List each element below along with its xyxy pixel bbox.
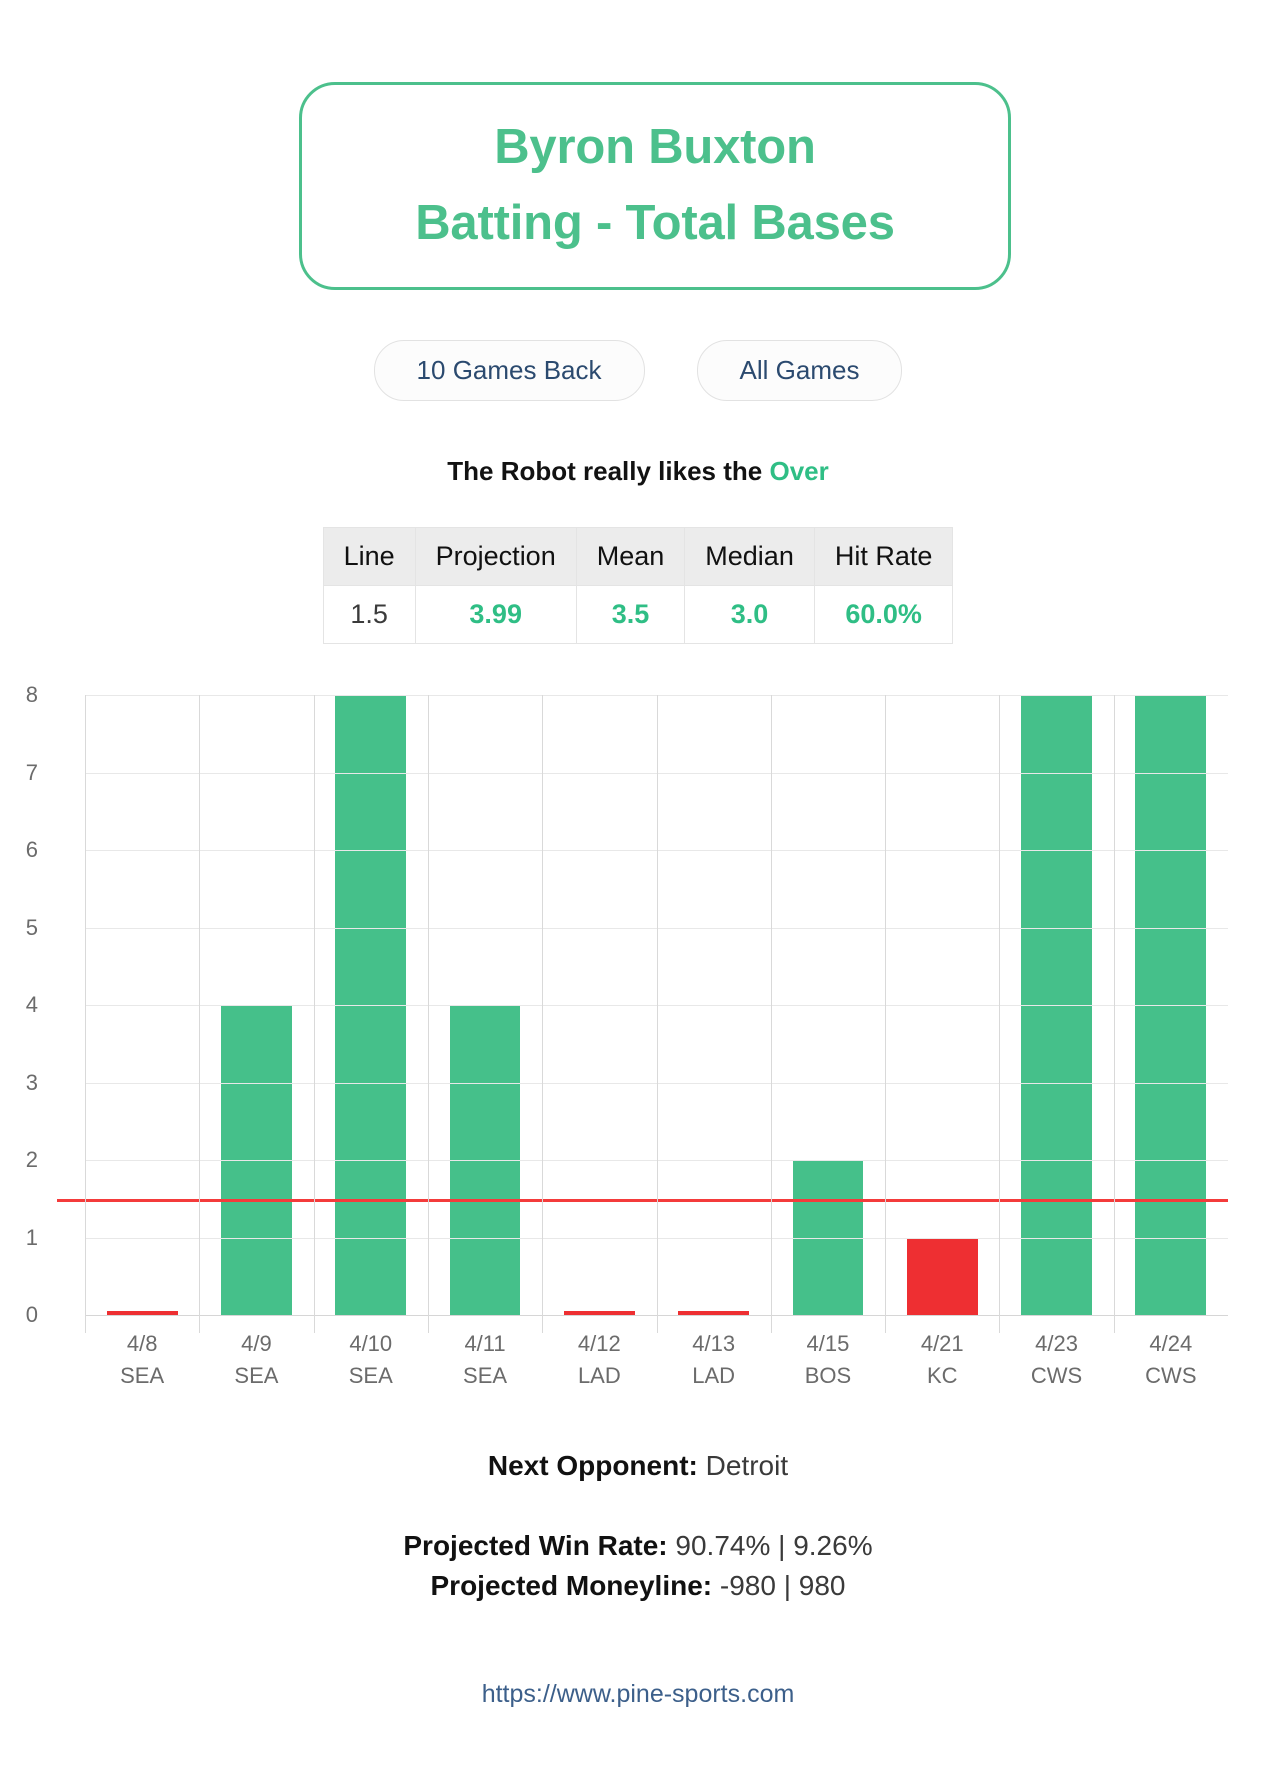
stats-header-line: Line [322,527,416,586]
x-label-opponent: LAD [692,1362,736,1388]
x-axis-label-1: 4/9 SEA [199,1328,313,1392]
x-label-date: 4/11 [464,1331,506,1356]
projected-win-rate-row: Projected Win Rate: 90.74% | 9.26% [0,1530,1276,1562]
x-axis-label-4: 4/12 LAD [542,1328,656,1392]
x-label-date: 4/8 [126,1331,158,1356]
x-label-date: 4/23 [1035,1331,1078,1356]
projected-moneyline-value: -980 | 980 [719,1570,846,1601]
y-axis-tick-7: 7 [25,759,38,785]
footer-spacer [0,1490,1276,1530]
x-axis-label-8: 4/23 CWS [999,1328,1113,1392]
x-label-date: 4/10 [349,1331,393,1356]
y-axis-tick-5: 5 [25,914,38,940]
x-axis-separator-6 [771,695,772,1333]
game-info-footer: Next Opponent: Detroit Projected Win Rat… [0,1450,1276,1610]
player-title-card: Byron Buxton Batting - Total Bases [299,82,1011,290]
x-axis-label-0: 4/8 SEA [85,1328,199,1392]
y-axis-tick-8: 8 [25,682,38,707]
y-axis-tick-6: 6 [25,837,38,862]
stat-card-page: Byron Buxton Batting - Total Bases 10 Ga… [0,0,1276,1766]
robot-recommendation-prefix: The Robot really likes the [447,456,770,486]
x-label-opponent: SEA [120,1362,165,1388]
robot-recommendation: The Robot really likes the Over [0,456,1276,487]
x-axis-label-5: 4/13 LAD [657,1328,771,1392]
x-label-opponent: KC [926,1362,958,1388]
stats-header-projection: Projection [414,527,577,586]
toggle-all-games[interactable]: All Games [696,340,903,401]
x-label-opponent: CWS [1145,1362,1197,1388]
x-label-date: 4/15 [806,1331,850,1356]
x-axis-separator-4 [542,695,543,1333]
chart-x-axis-labels: 4/8 SEA 4/9 SEA 4/10 SEA 4/11 SEA 4/12 LAD 4/13 LAD… [85,1328,1228,1418]
x-label-date: 4/13 [692,1331,736,1356]
stats-table-value-row: 1.5 3.99 3.5 3.0 60.0% [322,585,954,644]
x-axis-separator-2 [314,695,315,1333]
betting-line-marker [57,1198,1228,1202]
projected-win-rate-label: Projected Win Rate: [403,1530,668,1561]
stats-value-projection: 3.99 [414,585,577,644]
game-log-bar-chart: 0 1 2 3 4 5 6 7 8 4/8 SEA 4/9 SEA 4/10 SEA 4/11 SEA 4/12… [0,660,1276,1388]
x-label-opponent: BOS [804,1362,852,1388]
chart-plot-area: 0 1 2 3 4 5 6 7 8 [26,682,1228,1333]
y-axis-tick-4: 4 [25,992,38,1017]
next-opponent-label: Next Opponent: [487,1450,698,1481]
x-axis-label-9: 4/24 CWS [1114,1328,1228,1392]
x-axis-separator-7 [885,695,886,1333]
x-axis-label-2: 4/10 SEA [314,1328,428,1392]
x-label-date: 4/9 [241,1331,272,1356]
x-axis-separator-9 [1114,695,1115,1333]
games-range-toggle-group: 10 Games Back All Games [0,340,1276,401]
y-axis-tick-1: 1 [25,1224,38,1250]
x-axis-label-3: 4/11 SEA [428,1328,542,1392]
x-axis-label-6: 4/15 BOS [771,1328,885,1392]
site-url-link[interactable]: https://www.pine-sports.com [0,1680,1276,1709]
x-axis-separator-5 [657,695,658,1333]
stats-header-hit-rate: Hit Rate [813,527,954,586]
next-opponent-value: Detroit [705,1450,789,1481]
x-axis-separator-1 [199,695,200,1333]
x-label-date: 4/12 [577,1331,621,1356]
stats-header-median: Median [684,527,815,586]
stats-table-wrapper: Line Projection Mean Median Hit Rate 1.5… [0,527,1276,644]
x-label-date: 4/24 [1149,1331,1193,1356]
y-axis-tick-0: 0 [25,1302,38,1327]
next-opponent-row: Next Opponent: Detroit [0,1450,1276,1482]
x-label-opponent: SEA [234,1362,279,1388]
x-label-opponent: SEA [348,1362,393,1388]
projected-win-rate-value: 90.74% | 9.26% [675,1530,873,1561]
stats-value-median: 3.0 [684,585,815,644]
toggle-10-games-back[interactable]: 10 Games Back [373,340,645,401]
stats-value-line: 1.5 [322,585,416,644]
stats-table-header-row: Line Projection Mean Median Hit Rate [322,527,954,586]
bar-4-21[interactable] [906,1237,978,1315]
stat-market: Batting - Total Bases [415,196,895,250]
projected-moneyline-row: Projected Moneyline: -980 | 980 [0,1570,1276,1602]
x-label-opponent: CWS [1030,1362,1083,1388]
x-axis-separator-8 [999,695,1000,1333]
stats-table: Line Projection Mean Median Hit Rate 1.5… [322,527,954,644]
x-axis-label-7: 4/21 KC [885,1328,999,1392]
x-axis-separator-3 [428,695,429,1333]
y-axis-tick-2: 2 [25,1147,38,1172]
stats-value-mean: 3.5 [575,585,686,644]
x-axis-separator-0 [85,695,86,1333]
y-axis-tick-3: 3 [25,1069,38,1095]
x-label-opponent: LAD [577,1362,621,1388]
stats-header-mean: Mean [575,527,686,586]
x-label-opponent: SEA [463,1362,508,1388]
x-label-date: 4/21 [920,1331,964,1356]
robot-pick: Over [769,456,829,486]
player-name: Byron Buxton [494,120,816,175]
stats-value-hit-rate: 60.0% [813,585,954,644]
projected-moneyline-label: Projected Moneyline: [430,1570,713,1601]
